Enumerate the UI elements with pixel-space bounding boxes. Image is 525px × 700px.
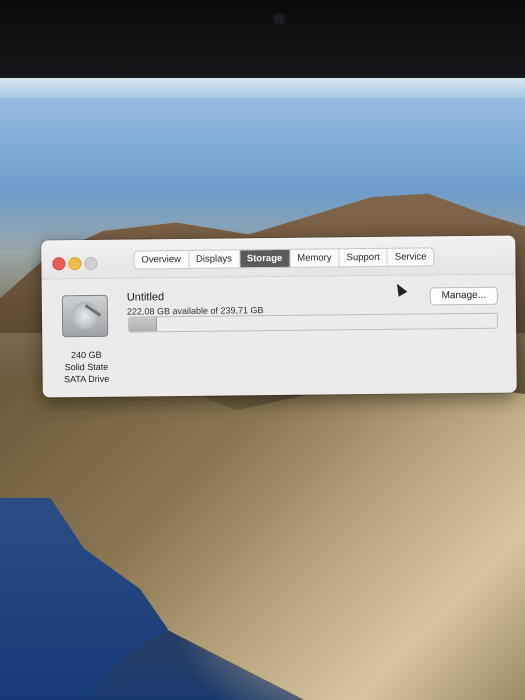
tab-support[interactable]: Support xyxy=(339,248,388,267)
hard-drive-icon xyxy=(61,294,109,338)
menu-bar-area xyxy=(0,78,525,98)
drive-capacity: 240 GB xyxy=(71,349,102,361)
drive-type-line1: Solid State xyxy=(64,361,109,373)
close-window-icon[interactable] xyxy=(52,257,66,271)
tab-memory[interactable]: Memory xyxy=(290,249,340,267)
camera-icon xyxy=(272,12,286,26)
tab-storage[interactable]: Storage xyxy=(239,249,291,268)
tab-service[interactable]: Service xyxy=(388,248,434,265)
drive-description: 240 GB Solid State SATA Drive xyxy=(49,349,123,386)
monitor-bezel xyxy=(0,0,525,78)
minimize-window-icon[interactable] xyxy=(68,257,82,271)
window-titlebar[interactable]: Overview Displays Storage Memory Support… xyxy=(41,235,516,280)
manage-button[interactable]: Manage... xyxy=(429,286,498,306)
segmented-tab-control: Overview Displays Storage Memory Support… xyxy=(133,247,435,270)
volume-name: Untitled xyxy=(126,291,165,304)
tab-displays[interactable]: Displays xyxy=(188,250,240,268)
drive-type-line2: SATA Drive xyxy=(63,373,110,385)
tab-overview[interactable]: Overview xyxy=(134,250,190,269)
about-this-mac-window: Overview Displays Storage Memory Support… xyxy=(41,235,517,398)
storage-panel: 240 GB Solid State SATA Drive Untitled 2… xyxy=(42,275,517,398)
zoom-window-icon[interactable] xyxy=(84,256,98,271)
storage-usage-fill xyxy=(129,317,158,332)
storage-usage-bar xyxy=(127,312,499,333)
